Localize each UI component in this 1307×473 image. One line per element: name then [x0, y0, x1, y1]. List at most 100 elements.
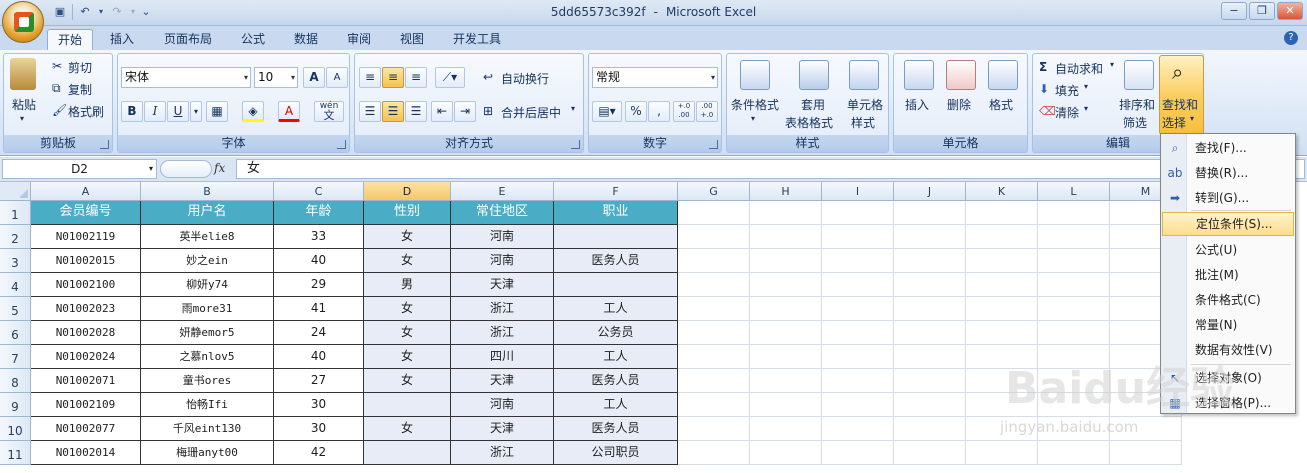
row-header-3[interactable]: 3: [0, 249, 31, 273]
empty-cell[interactable]: [750, 345, 822, 369]
table-cell[interactable]: 浙江: [451, 441, 554, 465]
row-header-2[interactable]: 2: [0, 225, 31, 249]
table-cell[interactable]: N01002119: [31, 225, 141, 249]
row-header-8[interactable]: 8: [0, 369, 31, 393]
empty-cell[interactable]: [822, 393, 894, 417]
font-color-icon[interactable]: A: [278, 101, 300, 122]
formula-bar-slider[interactable]: [160, 160, 212, 178]
cell-styles-line1[interactable]: 单元格: [847, 96, 883, 113]
table-cell[interactable]: 女: [364, 417, 451, 441]
cell-styles-icon[interactable]: [849, 60, 879, 90]
autosum-dropdown-icon[interactable]: ▾: [1110, 60, 1114, 69]
copy-button[interactable]: 复制: [68, 81, 92, 98]
paste-dropdown-icon[interactable]: ▾: [20, 114, 24, 123]
table-header-cell[interactable]: 年龄: [274, 201, 364, 225]
cut-button[interactable]: 剪切: [68, 59, 92, 76]
table-cell[interactable]: 浙江: [451, 297, 554, 321]
increase-decimal-icon[interactable]: +.0 .00: [673, 101, 695, 122]
empty-cell[interactable]: [750, 249, 822, 273]
empty-cell[interactable]: [678, 201, 750, 225]
align-top-icon[interactable]: ≡: [359, 67, 381, 88]
empty-cell[interactable]: [966, 297, 1038, 321]
column-header-e[interactable]: E: [451, 182, 554, 201]
format-as-table-icon[interactable]: [799, 60, 829, 90]
empty-cell[interactable]: [1038, 441, 1110, 465]
minimize-button[interactable]: −: [1221, 2, 1247, 20]
table-cell[interactable]: 柳妍y74: [141, 273, 274, 297]
table-cell[interactable]: 千风eint130: [141, 417, 274, 441]
empty-cell[interactable]: [894, 345, 966, 369]
fill-color-icon[interactable]: ◈: [242, 101, 264, 122]
italic-button[interactable]: I: [144, 101, 166, 122]
format-cells-button[interactable]: 格式: [989, 96, 1013, 113]
table-cell[interactable]: 女: [364, 369, 451, 393]
clear-dropdown-icon[interactable]: ▾: [1084, 104, 1088, 113]
table-cell[interactable]: [554, 225, 678, 249]
table-cell[interactable]: N01002077: [31, 417, 141, 441]
tab-page-layout[interactable]: 页面布局: [152, 29, 224, 50]
empty-cell[interactable]: [966, 225, 1038, 249]
empty-cell[interactable]: [678, 273, 750, 297]
column-header-l[interactable]: L: [1038, 182, 1110, 201]
table-cell[interactable]: 河南: [451, 393, 554, 417]
empty-cell[interactable]: [678, 225, 750, 249]
table-cell[interactable]: 27: [274, 369, 364, 393]
table-header-cell[interactable]: 常住地区: [451, 201, 554, 225]
empty-cell[interactable]: [822, 345, 894, 369]
table-cell[interactable]: 童书ores: [141, 369, 274, 393]
tab-formulas[interactable]: 公式: [232, 29, 274, 50]
conditional-formatting-icon[interactable]: [740, 60, 770, 90]
table-header-cell[interactable]: 会员编号: [31, 201, 141, 225]
table-cell[interactable]: 怡畅Ifi: [141, 393, 274, 417]
table-cell[interactable]: 41: [274, 297, 364, 321]
empty-cell[interactable]: [678, 441, 750, 465]
conditional-dropdown-icon[interactable]: ▾: [751, 114, 755, 123]
empty-cell[interactable]: [822, 369, 894, 393]
table-cell[interactable]: 工人: [554, 393, 678, 417]
font-name-select[interactable]: 宋体 ▾: [121, 67, 251, 88]
bold-button[interactable]: B: [121, 101, 143, 122]
row-header-11[interactable]: 11: [0, 441, 31, 465]
empty-cell[interactable]: [894, 321, 966, 345]
table-cell[interactable]: 工人: [554, 297, 678, 321]
menu-item-n[interactable]: 常量(N): [1162, 313, 1294, 337]
row-header-10[interactable]: 10: [0, 417, 31, 441]
table-cell[interactable]: [364, 441, 451, 465]
find-select-button[interactable]: ⌕ 查找和 选择 ▾: [1159, 55, 1204, 135]
empty-cell[interactable]: [678, 417, 750, 441]
empty-cell[interactable]: [1038, 273, 1110, 297]
table-cell[interactable]: 浙江: [451, 321, 554, 345]
empty-cell[interactable]: [750, 417, 822, 441]
decrease-indent-icon[interactable]: ⇤: [431, 101, 453, 122]
align-left-icon[interactable]: ☰: [359, 101, 381, 122]
paste-button[interactable]: 粘贴: [12, 96, 36, 113]
table-cell[interactable]: N01002014: [31, 441, 141, 465]
merge-center-button[interactable]: 合并后居中: [501, 104, 561, 121]
table-cell[interactable]: 30: [274, 417, 364, 441]
table-cell[interactable]: 24: [274, 321, 364, 345]
empty-cell[interactable]: [822, 297, 894, 321]
sort-filter-line1[interactable]: 排序和: [1119, 96, 1155, 113]
close-button[interactable]: ✕: [1277, 2, 1303, 20]
column-header-h[interactable]: H: [750, 182, 822, 201]
empty-cell[interactable]: [750, 321, 822, 345]
empty-cell[interactable]: [894, 393, 966, 417]
clipboard-launcher-icon[interactable]: [100, 140, 109, 149]
table-cell[interactable]: 女: [364, 297, 451, 321]
delete-cells-button[interactable]: 删除: [947, 96, 971, 113]
column-header-i[interactable]: I: [822, 182, 894, 201]
menu-item-f[interactable]: ⌕ 查找(F)...: [1162, 136, 1294, 160]
table-cell[interactable]: 河南: [451, 249, 554, 273]
empty-cell[interactable]: [894, 369, 966, 393]
menu-item-r[interactable]: ab 替换(R)...: [1162, 161, 1294, 185]
table-cell[interactable]: N01002028: [31, 321, 141, 345]
phonetic-guide-icon[interactable]: wén 文: [314, 101, 344, 122]
empty-cell[interactable]: [750, 297, 822, 321]
empty-cell[interactable]: [894, 273, 966, 297]
table-cell[interactable]: 女: [364, 249, 451, 273]
empty-cell[interactable]: [678, 393, 750, 417]
table-cell[interactable]: 女: [364, 225, 451, 249]
table-header-cell[interactable]: 用户名: [141, 201, 274, 225]
accounting-format-icon[interactable]: ▤▾: [592, 101, 622, 122]
table-cell[interactable]: 天津: [451, 369, 554, 393]
